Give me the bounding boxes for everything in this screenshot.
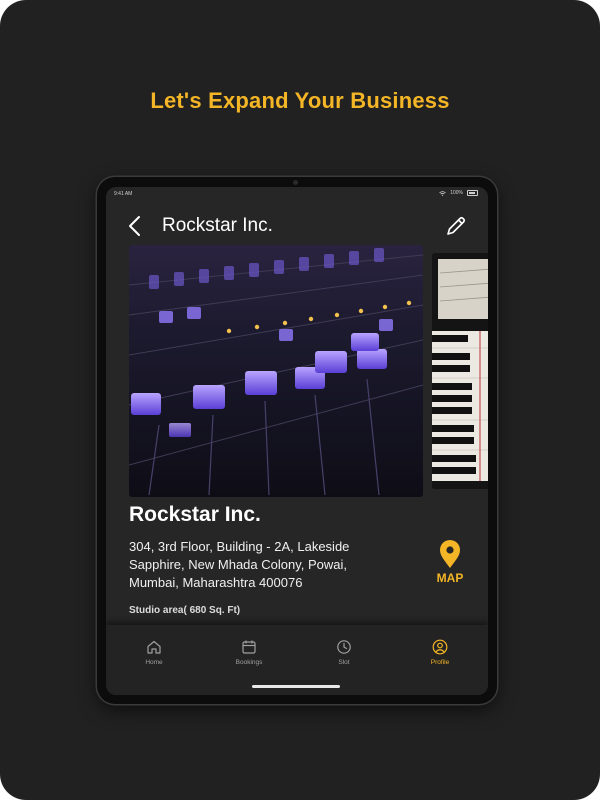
battery-icon xyxy=(467,190,478,196)
tab-slot[interactable]: Slot xyxy=(304,639,384,666)
back-button[interactable] xyxy=(126,215,146,237)
tab-slot-label: Slot xyxy=(338,659,350,666)
map-button[interactable]: MAP xyxy=(428,539,472,589)
app-header: Rockstar Inc. xyxy=(106,209,488,243)
status-indicators: 100% xyxy=(439,190,478,196)
tab-home-label: Home xyxy=(145,659,163,666)
home-icon xyxy=(147,640,161,654)
bottom-tab-bar: Home Bookings Slot Profile xyxy=(106,625,488,695)
tablet-frame: 9:41 AM 100% Rockstar Inc. Rockstar Inc.… xyxy=(97,177,497,704)
studio-photo-piano[interactable] xyxy=(432,253,488,489)
battery-percent: 100% xyxy=(450,190,463,196)
piano-image xyxy=(432,253,488,489)
tab-bookings-label: Bookings xyxy=(235,659,263,666)
pencil-icon xyxy=(447,216,466,235)
map-label: MAP xyxy=(436,571,464,585)
promo-canvas: Let's Expand Your Business 9:41 AM 100% xyxy=(0,0,600,800)
studio-area: Studio area( 680 Sq. Ft) xyxy=(129,605,241,616)
edit-button[interactable] xyxy=(444,214,468,238)
location-pin-icon xyxy=(440,540,460,568)
chevron-left-icon xyxy=(129,216,140,236)
status-time: 9:41 AM xyxy=(114,191,133,197)
app-screen: 9:41 AM 100% Rockstar Inc. Rockstar Inc.… xyxy=(106,187,488,695)
business-address: 304, 3rd Floor, Building - 2A, Lakeside … xyxy=(129,539,350,590)
status-bar: 9:41 AM 100% xyxy=(106,187,488,201)
home-indicator[interactable] xyxy=(252,685,340,688)
studio-photo-mixer[interactable] xyxy=(129,245,423,497)
profile-icon xyxy=(432,639,448,655)
wifi-icon xyxy=(439,190,446,196)
clock-icon xyxy=(337,640,351,654)
tab-bookings[interactable]: Bookings xyxy=(209,639,289,666)
calendar-icon xyxy=(242,640,256,654)
front-camera xyxy=(293,180,298,185)
tab-profile[interactable]: Profile xyxy=(400,639,480,666)
mixing-console-image xyxy=(129,245,423,497)
page-title: Rockstar Inc. xyxy=(162,215,273,236)
promo-headline: Let's Expand Your Business xyxy=(150,88,450,113)
tab-home[interactable]: Home xyxy=(114,639,194,666)
studio-photo-gallery[interactable] xyxy=(129,245,488,497)
tab-profile-label: Profile xyxy=(430,659,450,666)
business-name: Rockstar Inc. xyxy=(129,503,261,526)
